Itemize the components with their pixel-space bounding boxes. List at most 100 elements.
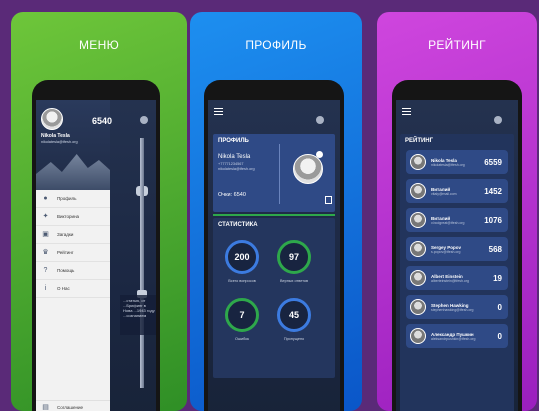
rank-text: Stephen Hawking stephenhawking@tfesh.org xyxy=(431,303,498,312)
divider xyxy=(279,144,280,204)
trophy-icon: ♛ xyxy=(42,249,49,256)
rating-row[interactable]: Александр Пушкин aleksandrpushkin@tfesh.… xyxy=(406,324,508,348)
divider xyxy=(213,214,335,216)
stat-skipped-ring: 45 xyxy=(277,298,311,332)
help-icon: ? xyxy=(43,267,48,274)
rank-email: stephenhawking@tfesh.org xyxy=(431,307,474,312)
menu-item-rating[interactable]: ♛ Рейтинг xyxy=(36,244,110,262)
profile-avatar[interactable] xyxy=(293,154,323,184)
mountain-decoration xyxy=(36,154,110,190)
rank-email: v.bodgreat@tfesh.org xyxy=(431,220,465,225)
stat-errors-ring: 7 xyxy=(225,298,259,332)
stat-total-ring: 200 xyxy=(225,240,259,274)
rank-text: Виталий vitaly@mail.com xyxy=(431,187,484,196)
rank-text: Виталий v.bodgreat@tfesh.org xyxy=(431,216,484,225)
avatar xyxy=(410,212,426,228)
avatar xyxy=(410,328,426,344)
stat-correct-ring: 97 xyxy=(277,240,311,274)
menu-item-about[interactable]: i О Нас xyxy=(36,280,110,298)
rating-row[interactable]: Sergey Popov s.popov@tfesh.org 568 xyxy=(406,237,508,261)
avatar[interactable] xyxy=(41,108,63,130)
stats-card: СТАТИСТИКА 200 Всего вопросов 97 Верных … xyxy=(213,218,335,378)
rank-email: alberteinstein@tfesh.org xyxy=(431,278,469,283)
menu-item-puzzles[interactable]: ▣ Загадки xyxy=(36,226,110,244)
background-text: ...статью, от ...Брифинг в Нова ...1943 … xyxy=(120,295,156,335)
rank-email: vitaly@mail.com xyxy=(431,191,457,196)
profile-email: nikolatesla@tfesh.org xyxy=(218,167,255,171)
tower-decoration xyxy=(140,138,144,388)
rating-header: РЕЙТИНГ xyxy=(405,138,434,144)
nav-drawer: ● Профиль ✦ Викторина ▣ Загадки ♛ Рейтин… xyxy=(36,190,110,411)
logout-icon[interactable] xyxy=(325,196,332,204)
profile-card: ПРОФИЛЬ Nikola Tesla +77771234567 nikola… xyxy=(213,134,335,212)
rank-score: 1076 xyxy=(484,215,502,225)
quiz-icon: ✦ xyxy=(42,213,49,220)
menu-item-label: Рейтинг xyxy=(57,250,74,255)
avatar xyxy=(410,241,426,257)
stats-title: СТАТИСТИКА xyxy=(218,222,258,228)
panel-title-profile: ПРОФИЛЬ xyxy=(245,38,307,52)
profile-name: Nikola Tesla xyxy=(218,154,251,160)
rating-row[interactable]: Виталий vitaly@mail.com 1452 xyxy=(406,179,508,203)
profile-phone: +77771234567 xyxy=(218,162,244,166)
document-icon: ▤ xyxy=(42,404,49,411)
phone-frame: ПРОФИЛЬ Nikola Tesla +77771234567 nikola… xyxy=(204,80,344,411)
panel-title-rating: РЕЙТИНГ xyxy=(428,38,486,52)
stat-correct-value: 97 xyxy=(288,252,299,262)
menu-item-label: Загадки xyxy=(57,232,74,237)
rank-email: nikolatesla@tfesh.org xyxy=(431,162,465,167)
rank-score: 0 xyxy=(497,302,502,312)
menu-item-quiz[interactable]: ✦ Викторина xyxy=(36,208,110,226)
drawer-user-name: Nikola Tesla xyxy=(41,133,70,139)
profile-screen: ПРОФИЛЬ Nikola Tesla +77771234567 nikola… xyxy=(208,100,340,411)
rating-screen: РЕЙТИНГ Nikola Tesla nikolatesla@tfesh.o… xyxy=(396,100,518,411)
menu-item-label: О Нас xyxy=(57,286,70,291)
phone-frame: 6540 Nikola Tesla nikolatesla@tfesh.org … xyxy=(32,80,160,411)
puzzle-icon: ▣ xyxy=(42,231,49,238)
menu-item-label: Викторина xyxy=(57,214,80,219)
phone-frame: РЕЙТИНГ Nikola Tesla nikolatesla@tfesh.o… xyxy=(392,80,522,411)
rank-score: 568 xyxy=(488,244,502,254)
avatar xyxy=(410,183,426,199)
rating-row[interactable]: Stephen Hawking stephenhawking@tfesh.org… xyxy=(406,295,508,319)
rating-panel: РЕЙТИНГ РЕЙТИНГ Nikola Tesla nikolatesla… xyxy=(377,12,537,411)
profile-panel: ПРОФИЛЬ ПРОФИЛЬ Nikola Tesla +7777123456… xyxy=(190,12,362,411)
rank-email: aleksandrpushkin@tfesh.org xyxy=(431,336,476,341)
info-icon: i xyxy=(44,285,47,292)
rank-text: Sergey Popov s.popov@tfesh.org xyxy=(431,245,489,254)
menu-item-agreement[interactable]: ▤ Соглашение xyxy=(36,400,110,411)
stat-total-label: Всего вопросов xyxy=(228,279,256,283)
stat-errors-value: 7 xyxy=(239,310,245,320)
rank-score: 1452 xyxy=(484,186,502,196)
stat-skipped-label: Пропущено xyxy=(283,337,305,341)
menu-item-help[interactable]: ? Помощь xyxy=(36,262,110,280)
moon-icon xyxy=(316,116,324,124)
rank-score: 19 xyxy=(493,273,502,283)
menu-item-label: Соглашение xyxy=(57,405,84,410)
hamburger-menu-icon[interactable] xyxy=(402,108,411,115)
rating-row[interactable]: Виталий v.bodgreat@tfesh.org 1076 xyxy=(406,208,508,232)
rating-row[interactable]: Nikola Tesla nikolatesla@tfesh.org 6559 xyxy=(406,150,508,174)
stat-correct-label: Верных ответов xyxy=(279,279,309,283)
rank-score: 0 xyxy=(497,331,502,341)
menu-screen: 6540 Nikola Tesla nikolatesla@tfesh.org … xyxy=(36,100,156,411)
menu-item-label: Профиль xyxy=(57,196,77,201)
rank-email: s.popov@tfesh.org xyxy=(431,249,461,254)
menu-item-label: Помощь xyxy=(57,268,75,273)
profile-card-title: ПРОФИЛЬ xyxy=(218,138,249,144)
edit-photo-icon[interactable] xyxy=(316,151,323,158)
drawer-user-email: nikolatesla@tfesh.org xyxy=(41,140,78,144)
person-icon: ● xyxy=(43,195,48,202)
rating-row[interactable]: Albert Einstein alberteinstein@tfesh.org… xyxy=(406,266,508,290)
stat-skipped-value: 45 xyxy=(288,310,299,320)
menu-item-profile[interactable]: ● Профиль xyxy=(36,190,110,208)
avatar xyxy=(410,299,426,315)
stat-total-value: 200 xyxy=(234,252,250,262)
avatar xyxy=(410,270,426,286)
avatar xyxy=(410,154,426,170)
rank-score: 6559 xyxy=(484,157,502,167)
panel-title-menu: МЕНЮ xyxy=(79,38,119,52)
hamburger-menu-icon[interactable] xyxy=(214,108,223,115)
drawer-score: 6540 xyxy=(92,116,113,126)
profile-points: Очки: 6540 xyxy=(218,192,246,198)
